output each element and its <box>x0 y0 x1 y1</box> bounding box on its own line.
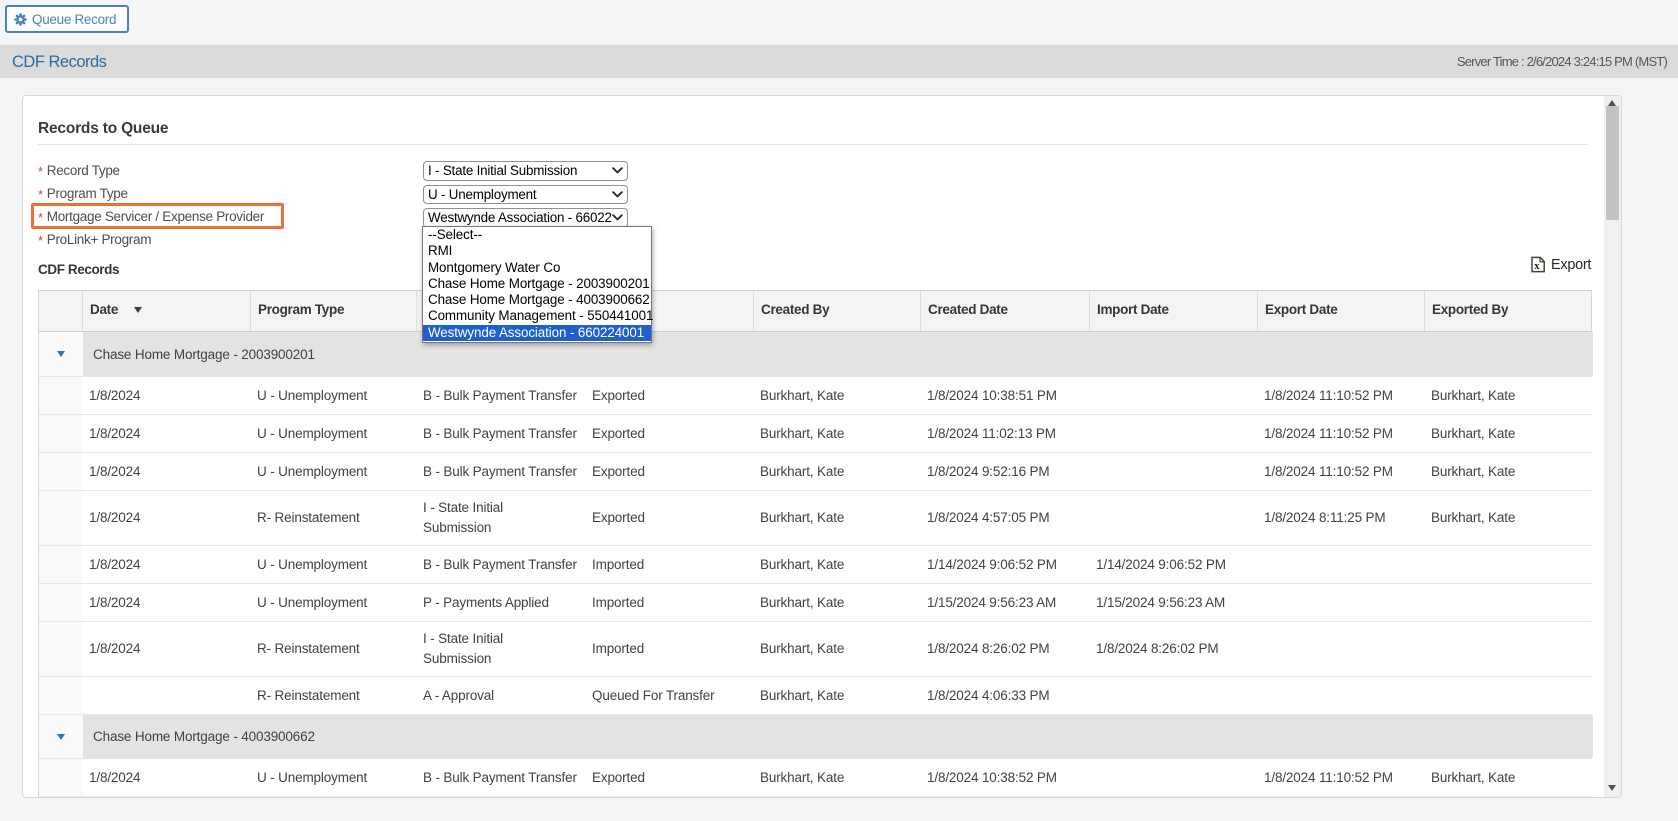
svg-text:x: x <box>1534 261 1540 272</box>
